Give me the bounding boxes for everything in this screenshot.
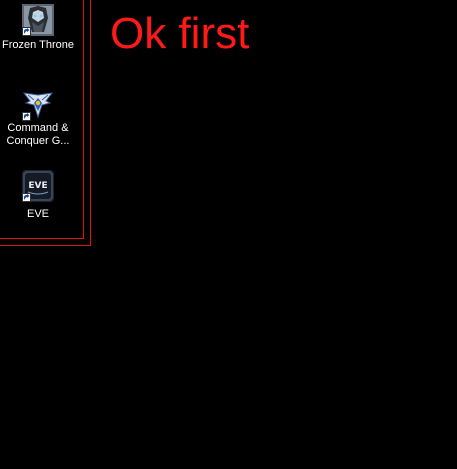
desktop-icon-label-line2: Conquer G... [6,135,70,147]
annotation-text: Ok first [110,9,250,58]
svg-text:EVE: EVE [28,181,47,191]
desktop-icon-label: Frozen Throne [2,39,74,51]
shortcut-arrow-icon [22,112,31,121]
desktop: Ok first Frozen Throne Command & Conquer… [0,0,457,469]
desktop-icon-eve[interactable]: EVE EVE [0,170,76,221]
eve-icon: EVE [22,170,54,202]
desktop-icon-label: Command & [7,122,69,134]
command-conquer-icon [22,89,54,121]
desktop-icon-frozen-throne[interactable]: Frozen Throne [0,4,76,52]
frozen-throne-icon [22,4,54,36]
shortcut-arrow-icon [22,27,31,36]
shortcut-arrow-icon [22,193,31,202]
desktop-icon-command-conquer[interactable]: Command & Conquer G... [0,89,76,148]
desktop-icon-label: EVE [26,208,49,220]
